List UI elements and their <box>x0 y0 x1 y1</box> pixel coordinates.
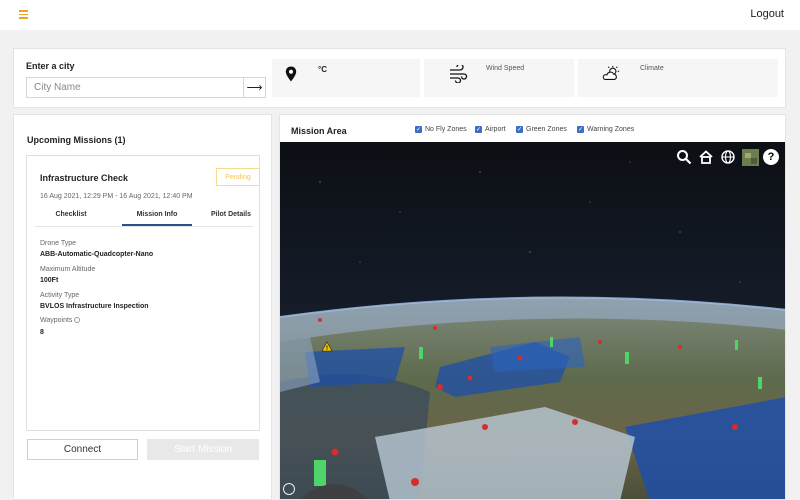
city-input[interactable] <box>27 78 243 97</box>
activity-type-label: Activity Type <box>40 292 80 299</box>
start-mission-button[interactable]: Start Mission <box>147 439 259 460</box>
checkbox-checked-icon[interactable]: ✓ <box>577 126 584 133</box>
filter-warning-zones[interactable]: ✓ Warning Zones <box>577 126 634 133</box>
connect-button[interactable]: Connect <box>27 439 138 460</box>
activity-type-value: BVLOS Infrastructure Inspection <box>40 303 149 310</box>
max-altitude-label: Maximum Altitude <box>40 266 96 273</box>
info-icon[interactable] <box>74 317 81 324</box>
checkbox-checked-icon[interactable]: ✓ <box>415 126 422 133</box>
map-panel: Mission Area ✓ No Fly Zones ✓ Airport ✓ Gre… <box>279 114 786 500</box>
checkbox-checked-icon[interactable]: ✓ <box>475 126 482 133</box>
wind-label: Wind Speed <box>486 65 525 72</box>
temperature-unit: °C <box>318 65 327 74</box>
warning-glyph: ! <box>326 346 328 352</box>
imagery-layer-icon[interactable] <box>741 148 759 166</box>
help-icon[interactable]: ? <box>763 149 779 165</box>
filter-green-zones[interactable]: ✓ Green Zones <box>516 126 567 133</box>
missions-panel: Upcoming Missions (1) Infrastructure Che… <box>13 114 272 500</box>
max-altitude-value: 100Ft <box>40 277 59 284</box>
arrow-right-icon: ⟶ <box>246 82 263 94</box>
mission-tabs: Checklist Mission Info Pilot Details <box>35 208 253 227</box>
climate-widget: Climate <box>578 59 778 97</box>
filter-no-fly-zones[interactable]: ✓ No Fly Zones <box>415 126 467 133</box>
mission-card[interactable]: Infrastructure Check Pending 16 Aug 2021… <box>26 155 260 431</box>
compass-icon[interactable] <box>283 483 295 495</box>
filter-label: Green Zones <box>526 126 567 133</box>
tab-pilot-details[interactable]: Pilot Details <box>205 211 257 218</box>
wind-icon <box>450 65 468 83</box>
filter-label: Warning Zones <box>587 126 635 133</box>
mission-name: Infrastructure Check <box>40 173 129 183</box>
missions-title: Upcoming Missions (1) <box>27 135 126 145</box>
waypoints-label-row: Waypoints <box>40 317 81 324</box>
waypoints-value: 8 <box>40 329 44 336</box>
filter-label: Airport <box>485 126 506 133</box>
logout-button[interactable]: Logout <box>750 8 784 20</box>
tab-checklist[interactable]: Checklist <box>43 211 99 218</box>
tab-mission-info[interactable]: Mission Info <box>122 211 192 218</box>
drone-type-label: Drone Type <box>40 240 77 247</box>
search-icon[interactable] <box>675 148 693 166</box>
filter-airport[interactable]: ✓ Airport <box>475 126 506 133</box>
globe-3d-view[interactable]: ! <box>280 142 786 500</box>
checkbox-checked-icon[interactable]: ✓ <box>516 126 523 133</box>
home-icon[interactable] <box>697 148 715 166</box>
partly-cloudy-icon <box>602 65 620 80</box>
map-title: Mission Area <box>291 126 347 136</box>
climate-label: Climate <box>640 65 664 72</box>
status-badge: Pending <box>216 168 260 186</box>
filter-label: No Fly Zones <box>425 126 467 133</box>
city-panel: Enter a city ⟶ °C Wind Speed Climate <box>13 48 786 108</box>
active-tab-indicator <box>122 224 192 226</box>
location-pin-icon <box>285 66 297 82</box>
hamburger-icon[interactable] <box>19 10 28 19</box>
no-fly-zone[interactable] <box>305 347 405 387</box>
top-bar: Logout <box>0 0 800 30</box>
drone-type-value: ABB-Automatic-Quadcopter-Nano <box>40 251 154 258</box>
city-label: Enter a city <box>26 61 75 71</box>
city-submit-button[interactable]: ⟶ <box>243 78 265 97</box>
globe-icon[interactable] <box>719 148 737 166</box>
city-input-wrapper: ⟶ <box>26 77 266 98</box>
temperature-widget: °C <box>272 59 420 97</box>
wind-widget: Wind Speed <box>424 59 574 97</box>
waypoints-label: Waypoints <box>40 317 73 324</box>
mission-time-range: 16 Aug 2021, 12:29 PM - 16 Aug 2021, 12:… <box>40 193 193 200</box>
map-toolbar: ? <box>675 148 779 166</box>
